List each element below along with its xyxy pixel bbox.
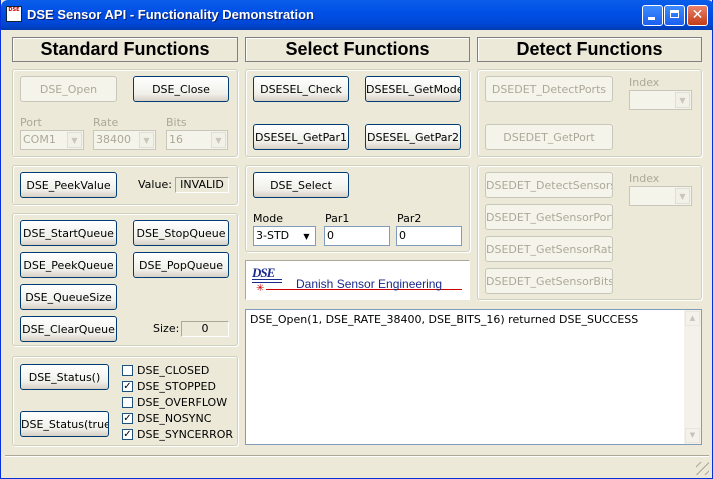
dse-select-button[interactable]: DSE_Select — [253, 172, 349, 198]
rate-label: Rate — [93, 116, 119, 129]
flag-label: DSE_OVERFLOW — [137, 396, 228, 409]
dse-stopqueue-button[interactable]: DSE_StopQueue — [133, 220, 229, 246]
output-scrollbar[interactable]: ▲ ▼ — [684, 310, 701, 444]
status-bar — [5, 456, 709, 475]
size-readout: 0 — [181, 321, 229, 337]
par1-label: Par1 — [325, 212, 350, 225]
output-text: DSE_Open(1, DSE_RATE_38400, DSE_BITS_16)… — [250, 313, 639, 326]
size-label: Size: — [153, 322, 180, 335]
sensor-index-select[interactable]: ▼ — [629, 186, 692, 206]
mode-value: 3-STD — [256, 229, 290, 242]
par2-input[interactable]: 0 — [396, 226, 462, 246]
title-bar[interactable]: DSE DSE Sensor API - Functionality Demon… — [1, 0, 713, 30]
dse-status-true-button[interactable]: DSE_Status(true) — [20, 411, 109, 437]
port-select[interactable]: COM1 ▼ — [20, 130, 84, 150]
checkmark-icon: ✓ — [123, 381, 132, 392]
checkmark-icon: ✓ — [123, 413, 132, 424]
dse-queuesize-button[interactable]: DSE_QueueSize — [20, 284, 117, 310]
dsedet-detectsensors-button[interactable]: DSEDET_DetectSensors — [485, 172, 613, 198]
mode-select[interactable]: 3-STD ▼ — [253, 226, 316, 246]
checkmark-icon: ✓ — [123, 429, 132, 440]
maximize-icon — [670, 10, 679, 18]
standard-functions-header: Standard Functions — [12, 37, 238, 62]
minimize-icon — [648, 17, 655, 20]
dse-status-button[interactable]: DSE_Status() — [20, 364, 109, 390]
flag-checkbox[interactable] — [122, 365, 133, 376]
dse-peekqueue-button[interactable]: DSE_PeekQueue — [20, 252, 117, 278]
app-icon[interactable]: DSE — [6, 6, 22, 22]
flag-checkbox[interactable]: ✓ — [122, 381, 133, 392]
dsedet-getport-button[interactable]: DSEDET_GetPort — [485, 124, 613, 150]
flag-label: DSE_CLOSED — [137, 364, 210, 377]
flag-label: DSE_STOPPED — [137, 380, 216, 393]
dsesel-getpar1-button[interactable]: DSESEL_GetPar1 — [253, 124, 349, 150]
dsesel-getmode-button[interactable]: DSESEL_GetMode — [365, 76, 461, 102]
dsedet-detectports-button[interactable]: DSEDET_DetectPorts — [485, 76, 613, 102]
app-icon-text: DSE — [8, 7, 20, 13]
detect-functions-header: Detect Functions — [477, 37, 702, 62]
chevron-down-icon: ▼ — [299, 228, 314, 244]
flag-checkbox[interactable]: ✓ — [122, 429, 133, 440]
bits-select[interactable]: 16 ▼ — [166, 130, 228, 150]
mode-label: Mode — [253, 212, 283, 225]
output-log[interactable]: DSE_Open(1, DSE_RATE_38400, DSE_BITS_16)… — [245, 309, 702, 445]
dse-popqueue-button[interactable]: DSE_PopQueue — [133, 252, 229, 278]
close-icon: ✕ — [691, 7, 704, 23]
dsedet-getsensorport-button[interactable]: DSEDET_GetSensorPort — [485, 204, 613, 230]
port-label: Port — [20, 116, 42, 129]
app-window: DSE DSE Sensor API - Functionality Demon… — [0, 0, 713, 479]
value-label: Value: — [138, 178, 172, 191]
port-value: COM1 — [23, 133, 56, 146]
chevron-down-icon: ▼ — [675, 188, 690, 204]
flag-label: DSE_SYNCERROR — [137, 428, 234, 441]
dse-startqueue-button[interactable]: DSE_StartQueue — [20, 220, 117, 246]
par2-label: Par2 — [397, 212, 422, 225]
chevron-down-icon: ▼ — [139, 132, 154, 148]
dsedet-getsensorrate-button[interactable]: DSEDET_GetSensorRate — [485, 236, 613, 262]
dse-peekvalue-button[interactable]: DSE_PeekValue — [20, 172, 117, 198]
chevron-down-icon: ▼ — [67, 132, 82, 148]
flag-label: DSE_NOSYNC — [137, 412, 212, 425]
dsedet-getsensorbits-button[interactable]: DSEDET_GetSensorBits — [485, 268, 613, 294]
minimize-button[interactable] — [642, 5, 663, 26]
rate-select[interactable]: 38400 ▼ — [93, 130, 156, 150]
dsesel-getpar2-button[interactable]: DSESEL_GetPar2 — [365, 124, 461, 150]
maximize-button[interactable] — [664, 5, 685, 26]
dse-open-button[interactable]: DSE_Open — [20, 76, 117, 102]
bits-label: Bits — [166, 116, 187, 129]
flag-checkbox[interactable] — [122, 397, 133, 408]
bits-value: 16 — [169, 133, 183, 146]
dsesel-check-button[interactable]: DSESEL_Check — [253, 76, 349, 102]
chevron-down-icon: ▼ — [675, 92, 690, 108]
chevron-down-icon: ▼ — [211, 132, 226, 148]
index-label-2: Index — [629, 172, 660, 185]
dse-close-button[interactable]: DSE_Close — [133, 76, 229, 102]
par1-input[interactable]: 0 — [324, 226, 390, 246]
company-logo-box: DSE ✳ Danish Sensor Engineering — [245, 260, 470, 300]
dse-logo: DSE ✳ — [250, 264, 288, 296]
dse-clearqueue-button[interactable]: DSE_ClearQueue — [20, 316, 117, 342]
rate-value: 38400 — [96, 133, 131, 146]
select-functions-header: Select Functions — [245, 37, 470, 62]
scroll-up-icon[interactable]: ▲ — [685, 311, 700, 326]
value-readout: INVALID — [175, 177, 229, 193]
laser-star-icon: ✳ — [256, 283, 265, 294]
scroll-down-icon[interactable]: ▼ — [685, 428, 700, 443]
close-button[interactable]: ✕ — [687, 5, 708, 26]
port-index-select[interactable]: ▼ — [629, 90, 692, 110]
resize-grip-icon[interactable] — [696, 462, 709, 475]
index-label-1: Index — [629, 76, 660, 89]
window-title: DSE Sensor API - Functionality Demonstra… — [27, 7, 314, 22]
flag-checkbox[interactable]: ✓ — [122, 413, 133, 424]
company-name: Danish Sensor Engineering — [296, 277, 443, 291]
